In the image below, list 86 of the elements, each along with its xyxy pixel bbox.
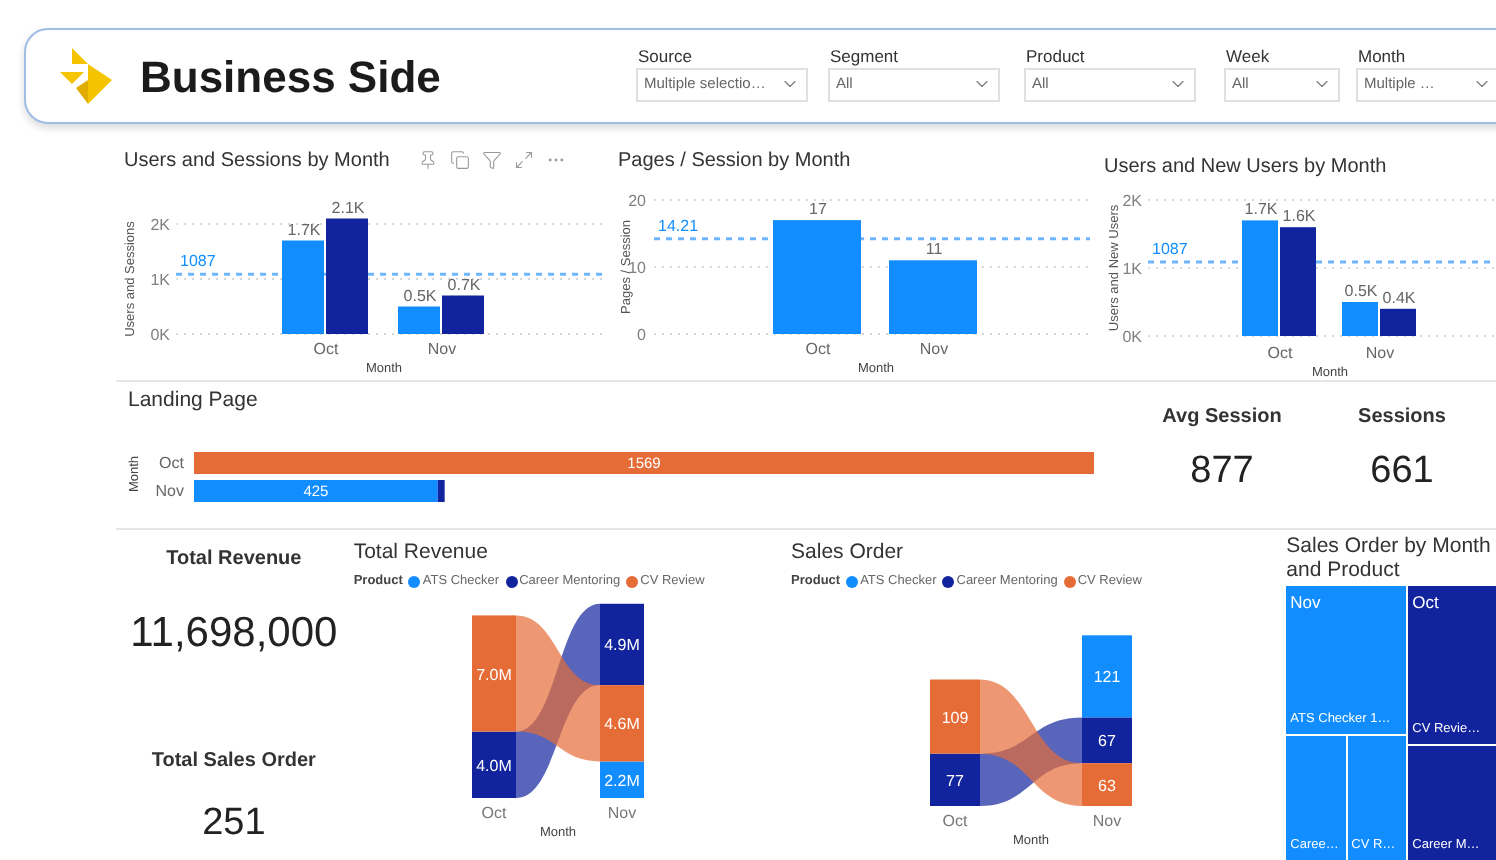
chart-title: Pages / Session by Month (618, 147, 851, 175)
value-label: 7.0M (475, 665, 512, 683)
kpi-value: 251 (202, 799, 266, 847)
value-label: 77 (945, 771, 963, 790)
value-label: 4.6M (603, 714, 640, 733)
category-label: Nov (919, 340, 949, 358)
copy-icon[interactable] (449, 150, 470, 170)
value-label: 0.7K (447, 275, 481, 294)
kpi-label: Total Sales Order (151, 747, 316, 775)
filter-icon[interactable] (481, 150, 502, 170)
pin-icon[interactable] (417, 150, 438, 170)
card-value: 877 (1190, 448, 1254, 496)
ref-line-label: 14.21 (658, 216, 700, 235)
value-label: 2.1K (331, 198, 365, 217)
group-label: Oct (1412, 590, 1441, 616)
category-label: Nov (427, 340, 457, 358)
ribbon-drawing (979, 679, 1082, 806)
category-label: Oct (313, 340, 339, 358)
chart-title: Landing Page (128, 386, 260, 414)
tick-label: 0K (1122, 328, 1142, 346)
card-label: Sessions (1358, 404, 1446, 432)
value-label: 109 (940, 708, 968, 727)
filter-label: Month (1356, 43, 1408, 67)
filter-label: Segment (828, 43, 901, 67)
bar-segment (1081, 762, 1132, 806)
ref-line-label: 1087 (180, 252, 217, 271)
category-label: Nov (607, 803, 636, 822)
bar-segment (599, 603, 644, 685)
category-label: Nov (1091, 811, 1121, 830)
value-label: 4.0M (475, 756, 512, 775)
category-label: Oct (805, 340, 831, 358)
bar (889, 260, 977, 334)
bar-segment (929, 679, 980, 754)
kpi-label: Total Revenue (166, 546, 302, 574)
ref-line-label: 1087 (1152, 240, 1189, 259)
tick-label: 1K (1122, 260, 1142, 278)
filter-label: Week (1224, 43, 1272, 67)
category-label: Oct (1267, 344, 1293, 362)
value-label: 11 (925, 240, 943, 259)
tick-label: 0 (637, 326, 646, 344)
bar (773, 220, 861, 334)
bar (326, 218, 368, 334)
chart-title: Users and New Users by Month (1104, 153, 1387, 181)
card-label: Avg Session (1162, 404, 1282, 432)
bar (398, 306, 440, 334)
value-label: 67 (1097, 731, 1115, 750)
value-label: 121 (1092, 667, 1120, 686)
value-label: 0.4K (1382, 288, 1416, 307)
focus-mode-icon[interactable] (513, 150, 534, 170)
group-label: Nov (1290, 590, 1323, 616)
bar (1280, 227, 1316, 336)
value-label: 0.5K (1344, 282, 1378, 300)
bar (1342, 302, 1378, 336)
tick-label: 1K (150, 271, 170, 289)
tick-label: 20 (628, 192, 646, 210)
value-label: 1.7K (1244, 200, 1278, 219)
value-label: 0.5K (403, 286, 437, 305)
value-label: 17 (809, 200, 827, 219)
category-label: Nov (155, 482, 184, 500)
value-label: 1.7K (287, 220, 321, 239)
category-label: Oct (159, 454, 184, 472)
value-label: 4.9M (603, 635, 640, 654)
chart-title: Sales Order by Month and Product (1286, 534, 1493, 582)
category-label: Oct (481, 803, 507, 822)
chart-title: Users and Sessions by Month (124, 147, 390, 175)
filter-label: Source (636, 43, 694, 67)
tick-label: 0K (150, 326, 170, 344)
tick-label: 2K (150, 216, 170, 234)
value-label: 1.6K (1282, 207, 1316, 226)
filter-label: Product (1024, 43, 1087, 67)
report-title: Business Side (140, 49, 443, 105)
bar (442, 295, 484, 334)
kpi-value: 11,698,000 (130, 608, 338, 660)
value-label: 63 (1097, 776, 1115, 795)
chart-title: Total Revenue (353, 538, 490, 566)
category-label: Nov (1365, 344, 1395, 362)
tick-label: 10 (628, 259, 646, 277)
bar (282, 240, 324, 334)
tick-label: 2K (1122, 192, 1142, 210)
card-value: 661 (1370, 448, 1434, 496)
bar (1380, 308, 1416, 336)
value-label: 2.2M (603, 771, 640, 790)
bar (1242, 220, 1278, 336)
category-label: Oct (941, 811, 967, 830)
bar-segment (929, 753, 980, 806)
chart-title: Sales Order (791, 538, 906, 566)
